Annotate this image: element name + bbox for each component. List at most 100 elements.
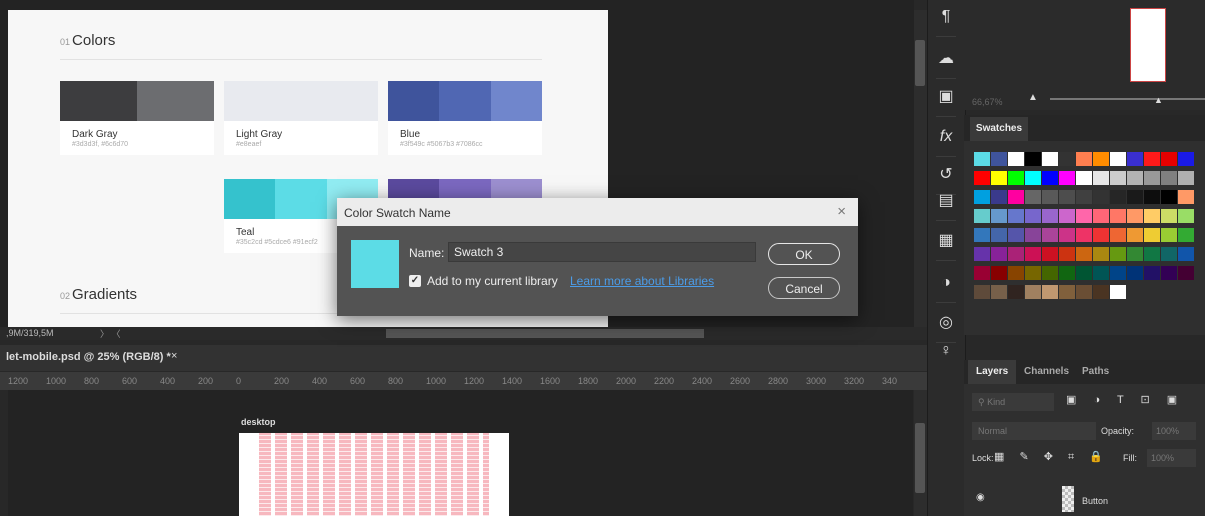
swatch-chip[interactable] [1161, 152, 1177, 166]
swatch-chip[interactable] [1127, 209, 1143, 223]
swatch-chip[interactable] [991, 171, 1007, 185]
swatch-chip[interactable] [974, 266, 990, 280]
swatch-chip[interactable] [974, 190, 990, 204]
tab-layers[interactable]: Layers [968, 360, 1017, 384]
swatch-chip[interactable] [1008, 266, 1024, 280]
zoom-out-mountain-icon[interactable]: ▲ [1028, 92, 1038, 103]
swatch-chip[interactable] [1042, 266, 1058, 280]
swatch-chip[interactable] [1059, 266, 1075, 280]
swatch-chip[interactable] [1008, 190, 1024, 204]
layer-kind-filter[interactable]: ⚲ Kind [972, 393, 1054, 411]
swatch-chip[interactable] [1110, 209, 1126, 223]
history-icon[interactable]: ↺ [932, 162, 960, 188]
swatch-chip[interactable] [991, 152, 1007, 166]
swatch-chip[interactable] [1161, 209, 1177, 223]
swatch-chip[interactable] [974, 209, 990, 223]
swatch-chip[interactable] [1110, 266, 1126, 280]
swatch-chip[interactable] [1059, 285, 1075, 299]
swatch-chip[interactable] [1178, 209, 1194, 223]
visibility-eye-icon[interactable]: ◉ [976, 492, 985, 503]
swatch-chip[interactable] [1178, 190, 1194, 204]
paragraph-icon[interactable]: ¶ [932, 4, 960, 30]
swatch-chip[interactable] [974, 228, 990, 242]
swatch-chip[interactable] [1076, 285, 1092, 299]
navigator-zoom-slider[interactable] [1050, 98, 1205, 100]
tab-swatches[interactable]: Swatches [970, 117, 1028, 141]
swatch-chip[interactable] [1076, 190, 1092, 204]
swatch-chip[interactable] [974, 247, 990, 261]
desktop-artboard[interactable] [239, 433, 509, 516]
document-canvas-bottom[interactable]: desktop [8, 390, 913, 516]
swatch-chip[interactable] [1042, 171, 1058, 185]
swatch-chip[interactable] [1127, 190, 1143, 204]
swatch-chip[interactable] [1093, 152, 1109, 166]
layer-filter-icons[interactable]: ▣ ◑ T ⊡ ▣ [1066, 393, 1184, 406]
swatch-chip[interactable] [1008, 285, 1024, 299]
image-adjust-icon[interactable]: ▣ [932, 84, 960, 110]
swatch-chip[interactable] [1042, 152, 1058, 166]
swatch-chip[interactable] [991, 228, 1007, 242]
swatch-chip[interactable] [1144, 190, 1160, 204]
swatch-chip[interactable] [991, 247, 1007, 261]
swatch-chip[interactable] [1144, 247, 1160, 261]
swatch-chip[interactable] [1093, 190, 1109, 204]
swatch-chip[interactable] [1127, 266, 1143, 280]
swatch-chip[interactable] [1008, 171, 1024, 185]
swatch-chip[interactable] [1059, 209, 1075, 223]
add-to-library-label[interactable]: Add to my current library [427, 274, 558, 288]
opacity-field[interactable]: 100% [1152, 422, 1196, 440]
swatch-chip[interactable] [1042, 247, 1058, 261]
swatch-chip[interactable] [1093, 266, 1109, 280]
swatch-chip[interactable] [1110, 190, 1126, 204]
ok-button[interactable]: OK [768, 243, 840, 265]
navigator-thumbnail[interactable] [1130, 8, 1166, 82]
swatch-chip[interactable] [1076, 228, 1092, 242]
swatch-chip[interactable] [1059, 190, 1075, 204]
swatch-chip[interactable] [1178, 228, 1194, 242]
document-tab[interactable]: let-mobile.psd @ 25% (RGB/8) * × [0, 345, 927, 371]
layer-row[interactable]: ◉ Button [964, 484, 1205, 516]
swatch-chip[interactable] [991, 285, 1007, 299]
swatch-chip[interactable] [1059, 247, 1075, 261]
swatch-chip[interactable] [1110, 171, 1126, 185]
swatch-chip[interactable] [991, 266, 1007, 280]
swatch-chip[interactable] [1127, 152, 1143, 166]
grid-icon[interactable]: ▦ [932, 228, 960, 254]
add-to-library-checkbox[interactable]: ✓ [409, 275, 421, 287]
swatch-chip[interactable] [1110, 285, 1126, 299]
document-tab-title[interactable]: let-mobile.psd @ 25% (RGB/8) * [6, 351, 171, 363]
swatch-chip[interactable] [1144, 171, 1160, 185]
swatch-chip[interactable] [1161, 247, 1177, 261]
dialog-titlebar[interactable]: Color Swatch Name × [337, 198, 858, 226]
swatch-chip[interactable] [1076, 209, 1092, 223]
swatch-chip[interactable] [1042, 190, 1058, 204]
swatch-chip[interactable] [1093, 247, 1109, 261]
swatch-chip[interactable] [1042, 228, 1058, 242]
swatch-chip[interactable] [1025, 171, 1041, 185]
swatch-chip[interactable] [1178, 152, 1194, 166]
swatch-chip[interactable] [1093, 209, 1109, 223]
layer-name[interactable]: Button [1082, 496, 1108, 506]
swatch-chip[interactable] [1161, 266, 1177, 280]
swatch-chip[interactable] [974, 171, 990, 185]
swatch-chip[interactable] [974, 152, 990, 166]
swatch-chip[interactable] [1127, 228, 1143, 242]
swatch-chip[interactable] [1059, 152, 1075, 166]
swatch-chip[interactable] [1178, 266, 1194, 280]
swatch-chip[interactable] [1110, 228, 1126, 242]
swatch-chip[interactable] [1025, 266, 1041, 280]
lightbulb-icon[interactable]: ♀ [932, 338, 960, 364]
swatch-chip[interactable] [1076, 171, 1092, 185]
lock-icons[interactable]: ▦ ✎ ✥ ⌗ 🔒 [994, 450, 1109, 464]
swatch-chip[interactable] [1110, 247, 1126, 261]
swatch-chip[interactable] [1110, 152, 1126, 166]
cancel-button[interactable]: Cancel [768, 277, 840, 299]
swatch-chip[interactable] [1059, 228, 1075, 242]
horizontal-scroll-thumb[interactable] [386, 329, 704, 338]
fill-field[interactable]: 100% [1147, 449, 1196, 467]
swatch-chip[interactable] [991, 209, 1007, 223]
swatch-chip[interactable] [1093, 171, 1109, 185]
learn-more-libraries-link[interactable]: Learn more about Libraries [570, 274, 714, 288]
adjustment-icon[interactable]: ◑ [932, 270, 960, 296]
swatch-chip[interactable] [991, 190, 1007, 204]
